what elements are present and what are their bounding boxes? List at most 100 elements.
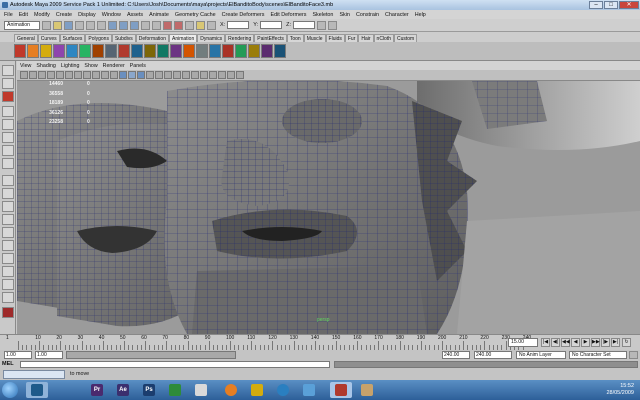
y-field[interactable] — [260, 21, 283, 29]
lattice-icon[interactable] — [170, 44, 182, 58]
save-scene-icon[interactable] — [64, 20, 73, 30]
playback-end-field[interactable]: 240.00 — [442, 351, 470, 359]
rotate-tool-icon[interactable] — [2, 119, 14, 130]
layout-top-icon[interactable] — [2, 279, 14, 290]
go-to-start-icon[interactable]: |◀ — [541, 338, 550, 347]
cluster-icon[interactable] — [157, 44, 169, 58]
wireframe-on-shaded-icon[interactable] — [137, 71, 145, 79]
smooth-shade-icon[interactable] — [128, 71, 136, 79]
shelf-tab-toon[interactable]: Toon — [286, 34, 304, 42]
layout-custom-icon[interactable] — [2, 292, 14, 303]
menu-geometry-cache[interactable]: Geometry Cache — [175, 12, 216, 18]
film-gate-icon[interactable] — [65, 71, 73, 79]
resolution-gate-icon[interactable] — [74, 71, 82, 79]
shelf-tab-surfaces[interactable]: Surfaces — [59, 34, 86, 42]
last-tool-icon[interactable] — [2, 158, 14, 169]
menu-file[interactable]: File — [4, 12, 13, 18]
custom-script-icon[interactable] — [274, 44, 286, 58]
hud-icon[interactable] — [182, 71, 190, 79]
shelf-tab-custom[interactable]: Custom — [394, 34, 418, 42]
minimized-window[interactable] — [3, 370, 65, 379]
menu-display[interactable]: Display — [78, 12, 96, 18]
move-tool-icon[interactable] — [2, 106, 14, 117]
smooth-bind-icon[interactable] — [131, 44, 143, 58]
taskbar-ae[interactable]: Ae — [112, 382, 134, 398]
field-chart-icon[interactable] — [92, 71, 100, 79]
history-icon[interactable] — [152, 20, 161, 30]
x-field[interactable] — [227, 21, 250, 29]
play-forward-icon[interactable]: ▶ — [581, 338, 590, 347]
xray-icon[interactable] — [146, 71, 154, 79]
menu-set-dropdown[interactable]: Animation — [4, 20, 40, 30]
character-set-icon[interactable] — [248, 44, 260, 58]
key-rotate-icon[interactable] — [40, 44, 52, 58]
shelf-tab-muscle[interactable]: Muscle — [303, 34, 326, 42]
prev-key-icon[interactable]: ◀◀ — [561, 338, 570, 347]
input-mode-icon[interactable] — [207, 20, 216, 30]
ghost-icon[interactable] — [235, 44, 247, 58]
step-forward-icon[interactable]: |▶ — [601, 338, 610, 347]
wire-deformer-icon[interactable] — [196, 44, 208, 58]
safe-title-icon[interactable] — [110, 71, 118, 79]
menu-create-deformers[interactable]: Create Deformers — [222, 12, 265, 18]
taskbar-firefox[interactable] — [220, 382, 242, 398]
safe-action-icon[interactable] — [101, 71, 109, 79]
taskbar-alias[interactable] — [190, 382, 212, 398]
camera-bookmark-icon[interactable] — [29, 71, 37, 79]
anim-layer-dropdown[interactable]: No Anim Layer — [516, 351, 566, 359]
lasso-tool-icon[interactable] — [2, 78, 14, 89]
play-backward-icon[interactable]: ◀ — [571, 338, 580, 347]
menu-skeleton[interactable]: Skeleton — [312, 12, 333, 18]
shelf-tab-fur[interactable]: Fur — [344, 34, 359, 42]
preferences-icon[interactable] — [629, 351, 638, 359]
taskbar-chat[interactable] — [298, 382, 320, 398]
shelf-tab-polygons[interactable]: Polygons — [85, 34, 112, 42]
dope-sheet-icon[interactable] — [79, 44, 91, 58]
perspective-viewport[interactable]: 14460 0 36558 0 18189 0 36126 0 23258 0 persp — [17, 81, 640, 334]
clock-time[interactable]: 15:52 — [606, 383, 634, 390]
panel-menu-view[interactable]: View — [20, 63, 31, 69]
step-back-icon[interactable]: ◀| — [551, 338, 560, 347]
use-lights-icon[interactable] — [164, 71, 172, 79]
shelf-tab-subdivs[interactable]: Subdivs — [111, 34, 136, 42]
clock-date[interactable]: 28/05/2009 — [606, 390, 634, 397]
playback-start-field[interactable]: 1.00 — [35, 351, 63, 359]
shelf-tab-general[interactable]: General — [14, 34, 38, 42]
key-scale-icon[interactable] — [53, 44, 65, 58]
layout-front-icon[interactable] — [2, 266, 14, 277]
taskbar-paint[interactable] — [356, 382, 378, 398]
mel-label[interactable]: MEL — [2, 361, 14, 367]
textured-icon[interactable] — [155, 71, 163, 79]
animation-end-field[interactable]: 240.00 — [474, 351, 512, 359]
default-material-icon[interactable] — [236, 71, 244, 79]
menu-animate[interactable]: Animate — [149, 12, 169, 18]
layout-four-icon[interactable] — [2, 188, 14, 199]
shelf-tab-curves[interactable]: Curves — [37, 34, 60, 42]
channel-box-toggle-icon[interactable] — [317, 20, 326, 30]
animation-start-field[interactable]: 1.00 — [4, 351, 32, 359]
blend-shape-icon[interactable] — [183, 44, 195, 58]
layout-persp-graph-icon[interactable] — [2, 201, 14, 212]
ik-handle-icon[interactable] — [118, 44, 130, 58]
shelf-tab-ncloth[interactable]: nCloth — [373, 34, 394, 42]
next-key-icon[interactable]: ▶▶ — [591, 338, 600, 347]
menu-create[interactable]: Create — [56, 12, 72, 18]
shelf-tab-fluids[interactable]: Fluids — [325, 34, 345, 42]
shadows-icon[interactable] — [173, 71, 181, 79]
panel-menu-show[interactable]: Show — [84, 63, 97, 69]
go-to-end-icon[interactable]: ▶| — [611, 338, 620, 347]
menu-character[interactable]: Character — [385, 12, 409, 18]
shelf-tab-animation[interactable]: Animation — [168, 34, 198, 42]
camera-attributes-icon[interactable] — [20, 71, 28, 79]
key-translate-icon[interactable] — [27, 44, 39, 58]
render-icon[interactable] — [163, 20, 172, 30]
trax-editor-icon[interactable] — [92, 44, 104, 58]
shelf-tab-hair[interactable]: Hair — [358, 34, 374, 42]
backface-culling-icon[interactable] — [227, 71, 235, 79]
minimize-button[interactable]: – — [589, 1, 603, 9]
character-set-dropdown[interactable]: No Character Set — [569, 351, 627, 359]
snap-grid-icon[interactable] — [108, 20, 117, 30]
shelf-tab-deformation[interactable]: Deformation — [135, 34, 169, 42]
layout-outliner-icon[interactable] — [2, 214, 14, 225]
paint-weights-icon[interactable] — [144, 44, 156, 58]
